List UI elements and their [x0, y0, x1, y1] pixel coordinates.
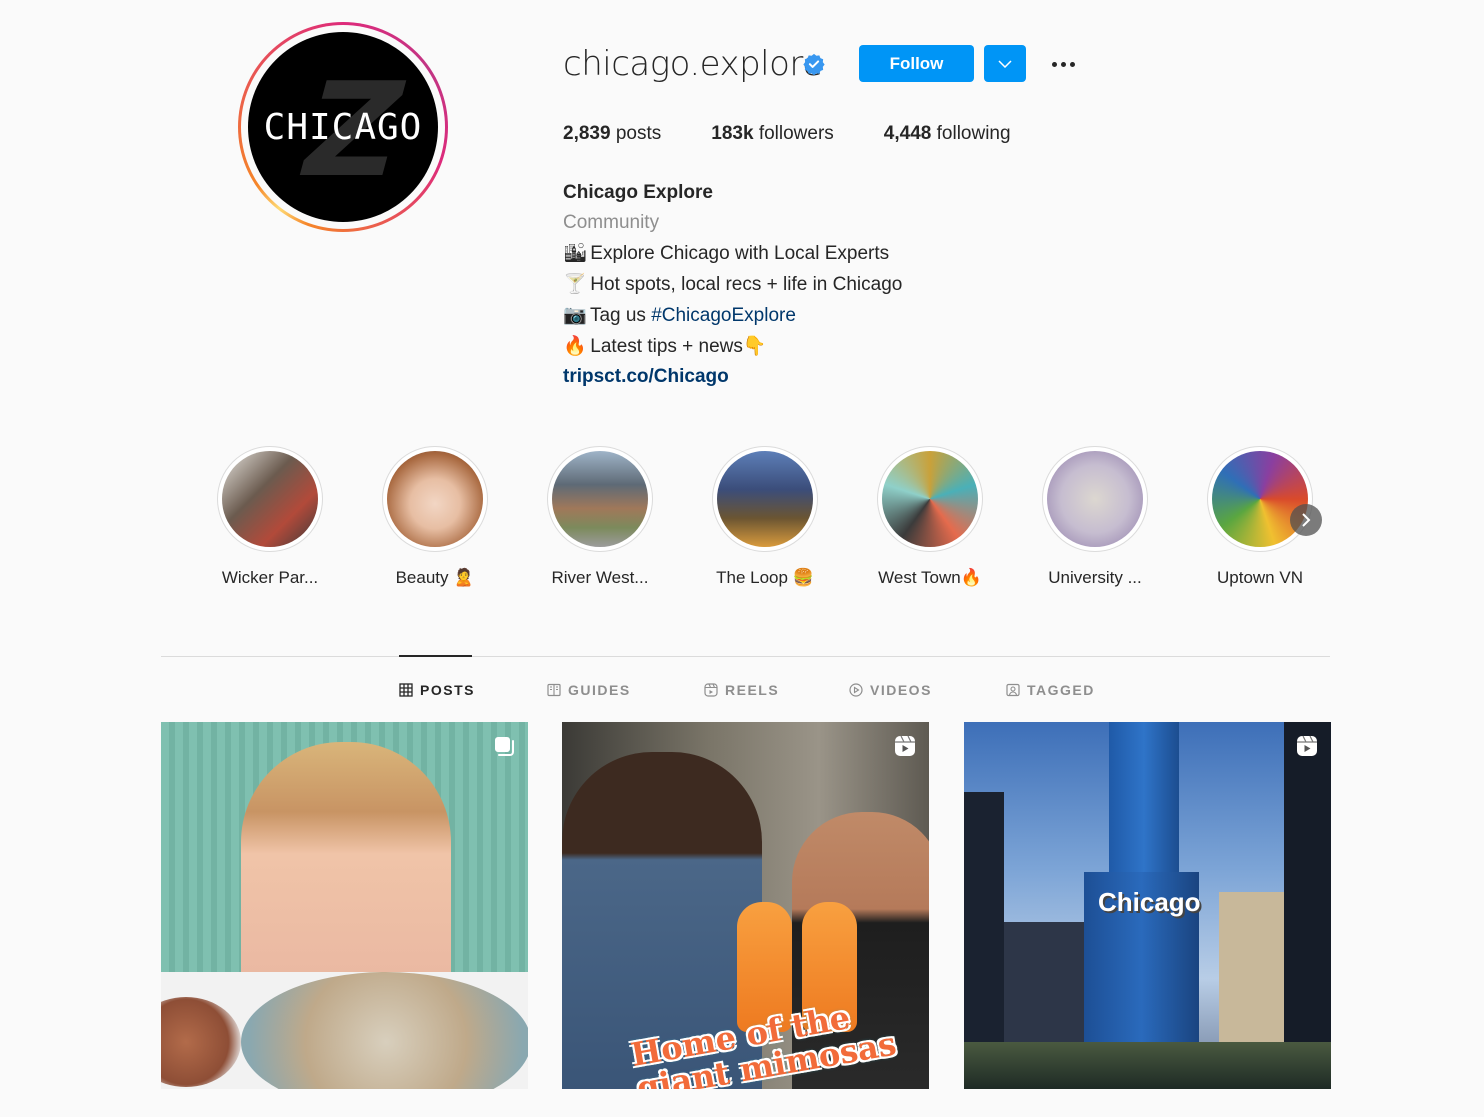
highlight-image	[387, 451, 483, 547]
reels-icon	[704, 683, 718, 697]
bio-website-link[interactable]: tripsct.co/Chicago	[563, 362, 902, 392]
cocktail-icon: 🍸	[563, 273, 587, 295]
posts-count: 2,839 posts	[563, 123, 661, 145]
followers-link[interactable]: 183k followers	[711, 123, 834, 145]
highlight-image	[552, 451, 648, 547]
profile-category: Community	[563, 212, 660, 233]
highlight-item[interactable]: The Loop 🍔	[695, 446, 835, 588]
highlight-item[interactable]: River West...	[530, 446, 670, 588]
tab-videos[interactable]: VIDEOS	[849, 682, 932, 698]
tab-label: REELS	[725, 682, 780, 698]
following-count-label: following	[936, 123, 1011, 144]
highlight-cover[interactable]	[1042, 446, 1148, 552]
post-tile[interactable]: Home of the giant mimosas	[562, 722, 929, 1089]
following-link[interactable]: 4,448 following	[884, 123, 1011, 145]
tab-tagged[interactable]: TAGGED	[1006, 682, 1095, 698]
suggested-accounts-dropdown-button[interactable]	[984, 45, 1026, 82]
dot-icon	[1060, 61, 1066, 67]
highlight-image	[1212, 451, 1308, 547]
reels-icon	[895, 735, 915, 756]
tab-label: VIDEOS	[870, 682, 932, 698]
highlight-item[interactable]: University ...	[1025, 446, 1165, 588]
bio-line-text: Explore Chicago with Local Experts	[590, 243, 890, 264]
verified-badge-icon	[803, 53, 825, 75]
highlight-cover[interactable]	[547, 446, 653, 552]
active-tab-indicator	[399, 655, 472, 657]
fire-icon: 🔥	[563, 335, 587, 357]
grid-icon	[399, 683, 413, 697]
highlight-cover[interactable]	[217, 446, 323, 552]
avatar-image: Z CHICAGO	[248, 32, 438, 222]
carousel-icon	[495, 737, 514, 756]
cityscape-icon: 🏙	[563, 242, 588, 264]
highlight-image	[1047, 451, 1143, 547]
story-highlights: Wicker Par... Beauty 🙎 River West... The…	[200, 446, 1330, 596]
bio-line-text: Latest tips + news	[590, 336, 743, 357]
profile-full-name: Chicago Explore	[563, 182, 713, 203]
highlight-label: Uptown VN	[1217, 568, 1303, 587]
highlight-label: The Loop 🍔	[716, 568, 814, 587]
posts-count-label: posts	[615, 123, 662, 144]
tab-label: POSTS	[420, 682, 475, 698]
highlight-cover[interactable]	[712, 446, 818, 552]
reels-icon	[1297, 735, 1317, 756]
tab-label: TAGGED	[1027, 682, 1095, 698]
post-overlay-text: Chicago	[1098, 887, 1201, 917]
chevron-right-icon	[1302, 513, 1311, 527]
profile-avatar[interactable]: Z CHICAGO	[238, 22, 448, 232]
bio-line: 🏙 Explore Chicago with Local Experts	[563, 238, 902, 269]
highlight-cover[interactable]	[877, 446, 983, 552]
post-tile[interactable]	[161, 722, 528, 1089]
profile-bio: Chicago Explore Community 🏙 Explore Chic…	[563, 178, 902, 392]
camera-icon: 📷	[563, 304, 587, 326]
tab-reels[interactable]: REELS	[704, 682, 779, 698]
bio-line: 📷 Tag us #ChicagoExplore	[563, 300, 902, 331]
dot-icon	[1069, 61, 1075, 67]
followers-count-value: 183k	[711, 123, 754, 144]
post-building	[1284, 722, 1331, 1089]
avatar-ring: Z CHICAGO	[241, 25, 445, 229]
highlight-image	[717, 451, 813, 547]
highlights-next-button[interactable]	[1290, 504, 1322, 536]
hashtag-link[interactable]: #ChicagoExplore	[651, 305, 796, 326]
highlight-cover[interactable]	[1207, 446, 1313, 552]
highlight-image	[222, 451, 318, 547]
bio-line: 🔥 Latest tips + news👇	[563, 331, 902, 362]
dot-icon	[1051, 61, 1057, 67]
bio-line-text: Hot spots, local recs + life in Chicago	[590, 274, 903, 295]
bio-line-text: Tag us	[589, 305, 652, 326]
highlight-image	[882, 451, 978, 547]
tab-guides[interactable]: GUIDES	[547, 682, 631, 698]
chevron-down-icon	[998, 59, 1012, 68]
pointing-down-icon: 👇	[742, 335, 767, 357]
post-river	[964, 1042, 1331, 1089]
highlight-label: Beauty 🙎	[395, 568, 475, 587]
tab-label: GUIDES	[568, 682, 631, 698]
highlight-item[interactable]: West Town🔥	[860, 446, 1000, 588]
highlight-cover[interactable]	[382, 446, 488, 552]
highlight-label: River West...	[551, 568, 649, 587]
follow-button[interactable]: Follow	[859, 45, 974, 82]
video-icon	[849, 683, 863, 697]
tagged-icon	[1006, 683, 1020, 697]
more-options-button[interactable]	[1045, 50, 1081, 78]
highlight-label: Wicker Par...	[221, 568, 319, 587]
profile-username: chicago.explore	[563, 44, 823, 84]
tabs-divider	[161, 656, 1330, 657]
profile-stats: 2,839 posts 183k followers 4,448 followi…	[563, 123, 1061, 145]
highlight-label: West Town🔥	[878, 568, 982, 587]
following-count-value: 4,448	[883, 123, 932, 144]
avatar-text: CHICAGO	[263, 106, 423, 148]
tab-posts[interactable]: POSTS	[399, 682, 475, 698]
highlight-item[interactable]: Beauty 🙎	[365, 446, 505, 588]
highlight-item[interactable]: Wicker Par...	[200, 446, 340, 588]
guide-icon	[547, 683, 561, 697]
highlight-label: University ...	[1048, 568, 1142, 587]
posts-count-value: 2,839	[563, 123, 611, 144]
followers-count-label: followers	[758, 123, 834, 144]
bio-line: 🍸 Hot spots, local recs + life in Chicag…	[563, 269, 902, 300]
post-tile[interactable]: Chicago	[964, 722, 1331, 1089]
